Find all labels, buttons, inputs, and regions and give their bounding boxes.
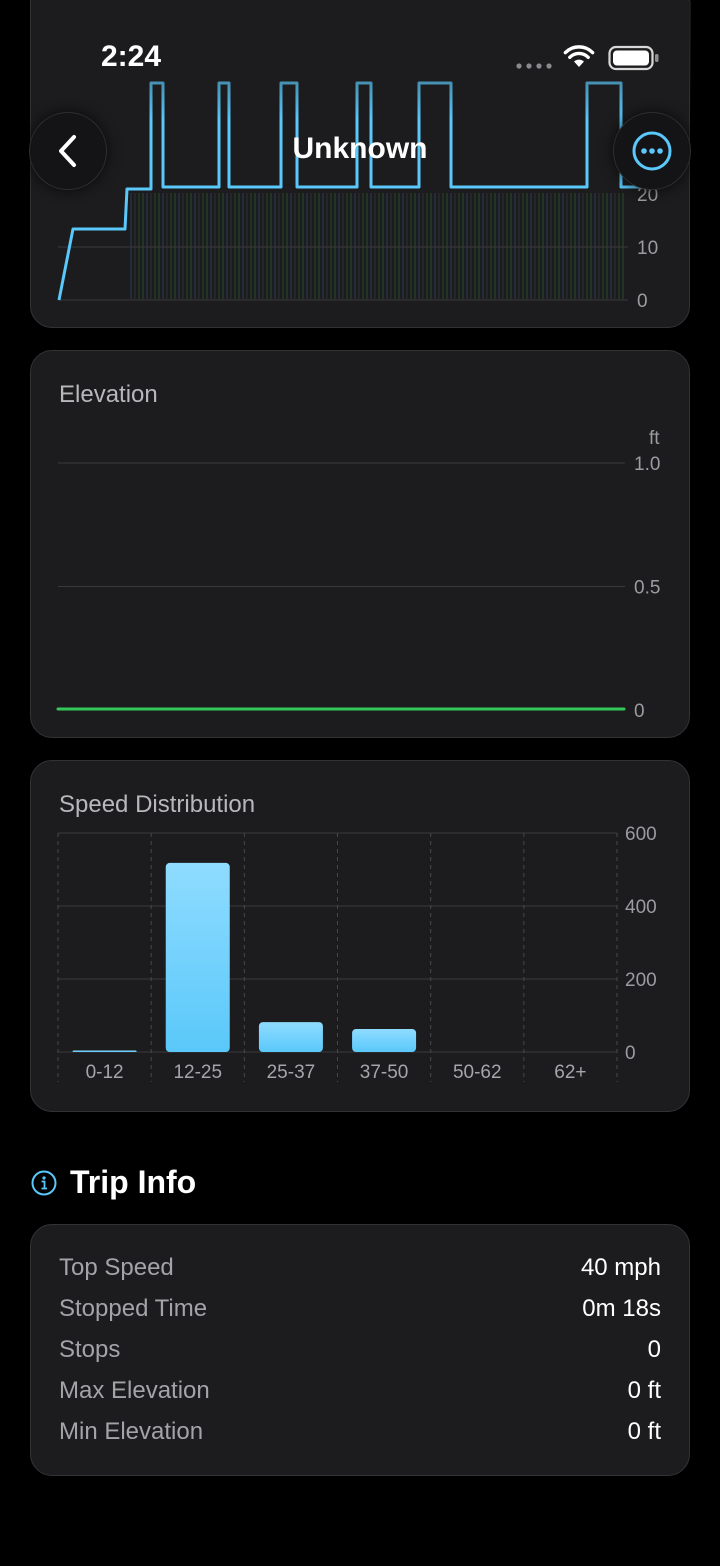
speed-distribution-chart: 0 200 400 600 0-12 12-25 25-37 37-50 50-62 62+ xyxy=(57,824,657,1083)
bar-0-12 xyxy=(72,1050,137,1052)
x-tick-label: 12-25 xyxy=(173,1062,222,1083)
y-tick-label: 0 xyxy=(634,701,645,722)
bar-25-37 xyxy=(258,1022,323,1052)
bar-12-25 xyxy=(165,862,230,1052)
x-tick-label: 50-62 xyxy=(453,1062,502,1083)
y-tick-label: 400 xyxy=(625,897,657,918)
info-row-min-elevation: Min Elevation 0 ft xyxy=(59,1418,661,1450)
elevation-card: Elevation ft 1.0 0.5 0 xyxy=(30,350,690,738)
unit-label: ft xyxy=(649,428,660,449)
info-row-stops: Stops 0 xyxy=(59,1336,661,1368)
info-row-stopped-time: Stopped Time 0m 18s xyxy=(59,1295,661,1327)
y-tick-label: 1.0 xyxy=(634,454,660,475)
trip-info-card: Top Speed 40 mph Stopped Time 0m 18s Sto… xyxy=(30,1224,690,1476)
info-label: Min Elevation xyxy=(59,1418,204,1445)
more-options-button[interactable] xyxy=(613,112,691,190)
info-label: Max Elevation xyxy=(59,1377,210,1404)
info-value: 0m 18s xyxy=(582,1295,661,1322)
y-tick-label: 0 xyxy=(625,1043,636,1064)
info-label: Stops xyxy=(59,1336,121,1363)
status-time: 2:24 xyxy=(101,40,162,73)
info-value: 0 xyxy=(647,1336,661,1363)
y-tick-label: 200 xyxy=(625,970,657,991)
signal-dots-icon xyxy=(516,63,552,69)
bar-37-50 xyxy=(352,1029,417,1052)
info-label: Stopped Time xyxy=(59,1295,208,1322)
page-title: Unknown xyxy=(292,132,428,165)
ellipsis-circle-icon xyxy=(632,131,672,171)
x-tick-label: 62+ xyxy=(554,1062,586,1083)
info-row-max-elevation: Max Elevation 0 ft xyxy=(59,1377,661,1409)
info-value: 0 ft xyxy=(627,1418,661,1445)
x-tick-label: 0-12 xyxy=(86,1062,124,1083)
wifi-icon xyxy=(563,45,595,67)
elevation-chart: ft 1.0 0.5 0 xyxy=(56,428,660,722)
info-row-top-speed: Top Speed 40 mph xyxy=(59,1254,661,1286)
y-tick-label: 0 xyxy=(637,291,648,312)
y-tick-label: 0.5 xyxy=(634,578,660,599)
x-tick-label: 37-50 xyxy=(360,1062,409,1083)
info-label: Top Speed xyxy=(59,1254,174,1281)
y-tick-label: 10 xyxy=(637,238,658,259)
y-tick-label: 600 xyxy=(625,824,657,845)
info-circle-icon xyxy=(31,1170,57,1196)
battery-icon xyxy=(608,45,659,71)
info-value: 0 ft xyxy=(627,1377,661,1404)
speed-distribution-card: Speed Distribution 0 200 400 600 0-12 12-25 25… xyxy=(30,760,690,1112)
speed-sample-lines xyxy=(130,193,624,299)
trip-info-title: Trip Info xyxy=(70,1164,197,1200)
x-tick-label: 25-37 xyxy=(267,1062,316,1083)
info-value: 40 mph xyxy=(580,1254,661,1281)
